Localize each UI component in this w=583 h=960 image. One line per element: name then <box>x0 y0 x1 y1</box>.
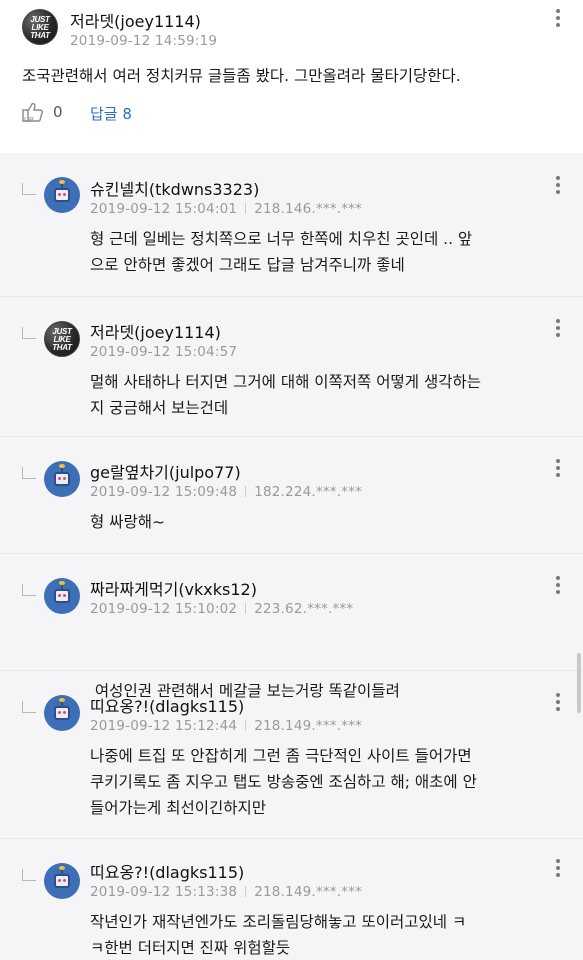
reply-text: 멀해 사태하나 터지면 그거에 대해 이쪽저쪽 어떻게 생각하는 지 궁금해서 … <box>90 369 481 421</box>
more-vertical-icon[interactable] <box>548 174 568 196</box>
svg-text:UP: UP <box>24 117 34 123</box>
reply-ip: 218.146.***.*** <box>254 201 363 217</box>
reply-timestamp: 2019-09-12 15:04:57 <box>90 344 238 360</box>
reply-ip: 182.224.***.*** <box>254 484 363 500</box>
avatar[interactable] <box>44 578 80 614</box>
reply-indent-icon <box>22 701 36 713</box>
reply-username[interactable]: 저라뎃(joey1114) <box>90 319 221 343</box>
reply-text-line: 형 근데 일베는 정치쪽으로 너무 한쪽에 치우친 곳인데 .. 앞 <box>90 230 473 248</box>
reply-text: 형 싸랑해~ <box>90 509 165 535</box>
reply-text: 작년인가 재작년엔가도 조리돌림당해놓고 또이러고있네 ㅋ ㅋ한번 더터지면 진… <box>90 909 466 960</box>
reply-text-line: ㅋ한번 더터지면 진짜 위험할듯 <box>90 939 291 957</box>
more-vertical-icon[interactable] <box>548 574 568 596</box>
comment-text: 조국관련해서 여러 정치커뮤 글들좀 봤다. 그만올려라 물타기당한다. <box>22 67 461 85</box>
reply-text-line: 지 궁금해서 보는건데 <box>90 399 229 417</box>
reply-text: 여성인권 관련해서 메갈글 보는거랑 똑같이들려 <box>90 626 400 756</box>
reply-text-line: 나중에 트집 또 안잡히게 그런 좀 극단적인 사이트 들어가면 <box>90 747 472 765</box>
reply-username[interactable]: 짜라짜게먹기(vkxks12) <box>90 576 257 600</box>
more-vertical-icon[interactable] <box>548 857 568 879</box>
more-vertical-icon[interactable] <box>548 317 568 339</box>
reply-indent-icon <box>22 869 36 881</box>
reply-ip: 223.62.***.*** <box>254 601 354 617</box>
reply-meta: 2019-09-12 15:10:02 223.62.***.*** <box>90 601 353 617</box>
reply-timestamp: 2019-09-12 15:09:48 <box>90 484 238 500</box>
reply-username[interactable]: 띠요옹?!(dlagks115) <box>90 693 244 717</box>
reply-meta: 2019-09-12 15:12:44 218.149.***.*** <box>90 718 362 734</box>
reply-username[interactable]: 슈킨넬치(tkdwns3323) <box>90 176 259 200</box>
reply-text: 나중에 트집 또 안잡히게 그런 좀 극단적인 사이트 들어가면 쿠키기록도 좀… <box>90 743 477 821</box>
more-vertical-icon[interactable] <box>548 457 568 479</box>
reply-text-line: 작년인가 재작년엔가도 조리돌림당해놓고 또이러고있네 ㅋ <box>90 913 467 931</box>
reply-timestamp: 2019-09-12 15:10:02 <box>90 601 238 617</box>
reply-username[interactable]: 띠요옹?!(dlagks115) <box>90 859 244 883</box>
comment-timestamp: 2019-09-12 14:59:19 <box>70 33 218 49</box>
reply-timestamp: 2019-09-12 15:04:01 <box>90 201 238 217</box>
avatar[interactable] <box>44 863 80 899</box>
avatar[interactable] <box>44 695 80 731</box>
divider <box>0 553 583 554</box>
reply-text-line: 으로 안하면 좋겠어 그래도 답글 남겨주니까 좋네 <box>90 256 405 274</box>
divider <box>0 838 583 839</box>
reply-text-line: 형 싸랑해~ <box>90 513 165 531</box>
avatar[interactable]: JUST LIKE THAT <box>22 9 58 45</box>
reply-meta: 2019-09-12 15:13:38 218.149.***.*** <box>90 884 362 900</box>
reply-indent-icon <box>22 183 36 195</box>
more-vertical-icon[interactable] <box>548 691 568 713</box>
reply-text: 형 근데 일베는 정치쪽으로 너무 한쪽에 치우친 곳인데 .. 앞 으로 안하… <box>90 226 472 278</box>
reply-ip: 218.149.***.*** <box>254 884 363 900</box>
reply-indent-icon <box>22 584 36 596</box>
reply-timestamp: 2019-09-12 15:13:38 <box>90 884 238 900</box>
reply-text-line: 멀해 사태하나 터지면 그거에 대해 이쪽저쪽 어떻게 생각하는 <box>90 373 481 391</box>
avatar[interactable] <box>44 461 80 497</box>
avatar-text: THAT <box>30 31 50 40</box>
reply-text-line: 쿠키기록도 좀 지우고 탭도 방송중엔 조심하고 해; 애초에 안 <box>90 773 477 791</box>
scrollbar[interactable] <box>577 653 581 713</box>
divider <box>0 670 583 671</box>
divider <box>0 296 583 297</box>
reply-count-link[interactable]: 답글 8 <box>90 103 132 124</box>
reply-list: 슈킨넬치(tkdwns3323) 2019-09-12 15:04:01 218.… <box>0 153 583 960</box>
avatar[interactable] <box>44 177 80 213</box>
avatar[interactable]: JUST LIKE THAT <box>44 321 80 357</box>
reply-indent-icon <box>22 467 36 479</box>
comment-username[interactable]: 저라뎃(joey1114) <box>70 8 201 32</box>
reply-timestamp: 2019-09-12 15:12:44 <box>90 718 238 734</box>
reply-username[interactable]: ge랄옆차기(julpo77) <box>90 459 241 483</box>
reply-indent-icon <box>22 327 36 339</box>
up-count: 0 <box>53 103 63 121</box>
reply-meta: 2019-09-12 15:04:01 218.146.***.*** <box>90 201 362 217</box>
reply-meta: 2019-09-12 15:09:48 182.224.***.*** <box>90 484 362 500</box>
main-comment: JUST LIKE THAT 저라뎃(joey1114) 2019-09-12 … <box>0 0 583 143</box>
reply-text-line: 들어가는게 최선이긴하지만 <box>90 799 267 817</box>
reply-ip: 218.149.***.*** <box>254 718 363 734</box>
thumbs-up-icon[interactable]: UP <box>20 101 46 123</box>
divider <box>0 436 583 437</box>
more-vertical-icon[interactable] <box>548 7 568 29</box>
